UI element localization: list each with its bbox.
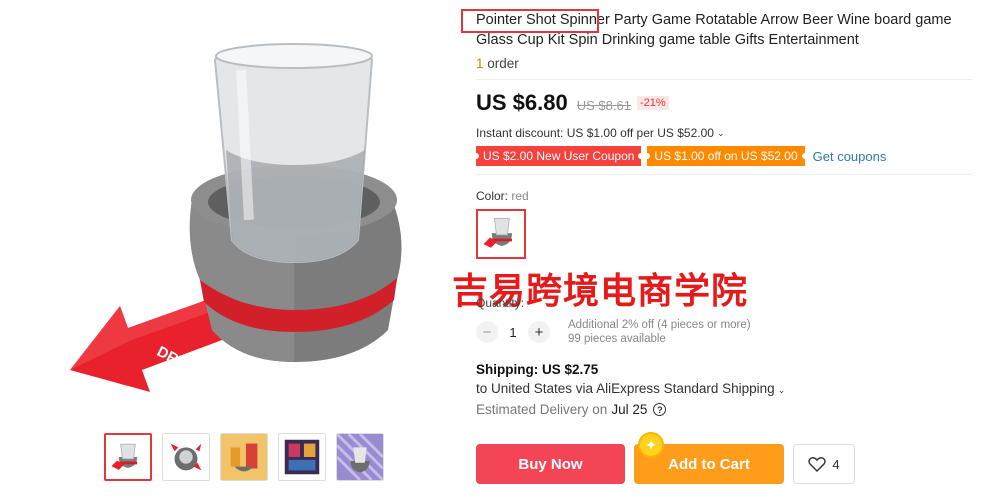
get-coupons-link[interactable]: Get coupons — [813, 149, 887, 164]
instant-discount[interactable]: Instant discount: US $1.00 off per US $5… — [476, 126, 976, 140]
quantity-plus-button[interactable]: + — [528, 321, 550, 343]
thumbnail-3[interactable] — [220, 433, 268, 481]
thumbnail-5[interactable] — [336, 433, 384, 481]
quantity-stepper: − 1 + Additional 2% off (4 pieces or mor… — [476, 318, 751, 346]
title-highlight: Pointer Shot Spinner — [461, 9, 610, 33]
product-info: Pointer Shot Spinner Party Game Rotatabl… — [461, 9, 976, 259]
new-user-coupon[interactable]: US $2.00 New User Coupon — [472, 146, 645, 166]
heart-icon — [808, 457, 827, 472]
color-label: Color: red — [476, 189, 529, 203]
thumbnail-2[interactable] — [162, 433, 210, 481]
thumbnail-4[interactable] — [278, 433, 326, 481]
chevron-down-icon: ⌄ — [716, 127, 725, 138]
orders-count: 1 order — [476, 56, 519, 71]
main-product-image[interactable]: DRINK — [40, 10, 440, 420]
add-to-cart-button[interactable]: ✦ Add to Cart — [634, 432, 784, 484]
divider — [476, 174, 972, 175]
action-buttons: Buy Now ✦ Add to Cart 4 — [476, 432, 855, 484]
wishlist-button[interactable]: 4 — [793, 444, 855, 484]
wishlist-count: 4 — [832, 456, 840, 472]
chevron-down-icon: ⌄ — [777, 385, 786, 395]
highlight-box — [461, 9, 599, 33]
store-coupon[interactable]: US $1.00 off on US $52.00 — [644, 146, 808, 166]
coin-icon: ✦ — [638, 432, 664, 458]
help-icon[interactable]: ? — [653, 403, 667, 416]
shipping-method[interactable]: to United States via AliExpress Standard… — [476, 381, 785, 396]
quantity-minus-button[interactable]: − — [476, 321, 498, 343]
product-title: Pointer Shot Spinner Party Game Rotatabl… — [461, 9, 972, 50]
shipping-section: Shipping: US $2.75 to United States via … — [476, 362, 785, 417]
discount-badge: -21% — [636, 96, 669, 110]
color-swatch-red[interactable] — [476, 209, 526, 259]
quantity-label: Quantity: — [476, 296, 525, 310]
shipping-title: Shipping: US $2.75 — [476, 362, 599, 377]
quantity-value[interactable]: 1 — [498, 325, 528, 340]
thumbnail-1[interactable] — [104, 433, 152, 481]
coupon-row: US $2.00 New User Coupon US $1.00 off on… — [472, 146, 976, 166]
original-price: US $8.61 — [576, 98, 631, 113]
estimated-delivery: Estimated Delivery on Jul 25 ? — [476, 402, 785, 417]
buy-now-button[interactable]: Buy Now — [476, 444, 625, 484]
current-price: US $6.80 — [476, 90, 568, 115]
thumbnail-strip — [104, 433, 384, 481]
divider — [476, 79, 972, 80]
price-row: US $6.80 US $8.61 -21% — [476, 90, 976, 116]
quantity-notes: Additional 2% off (4 pieces or more) 99 … — [568, 319, 751, 345]
